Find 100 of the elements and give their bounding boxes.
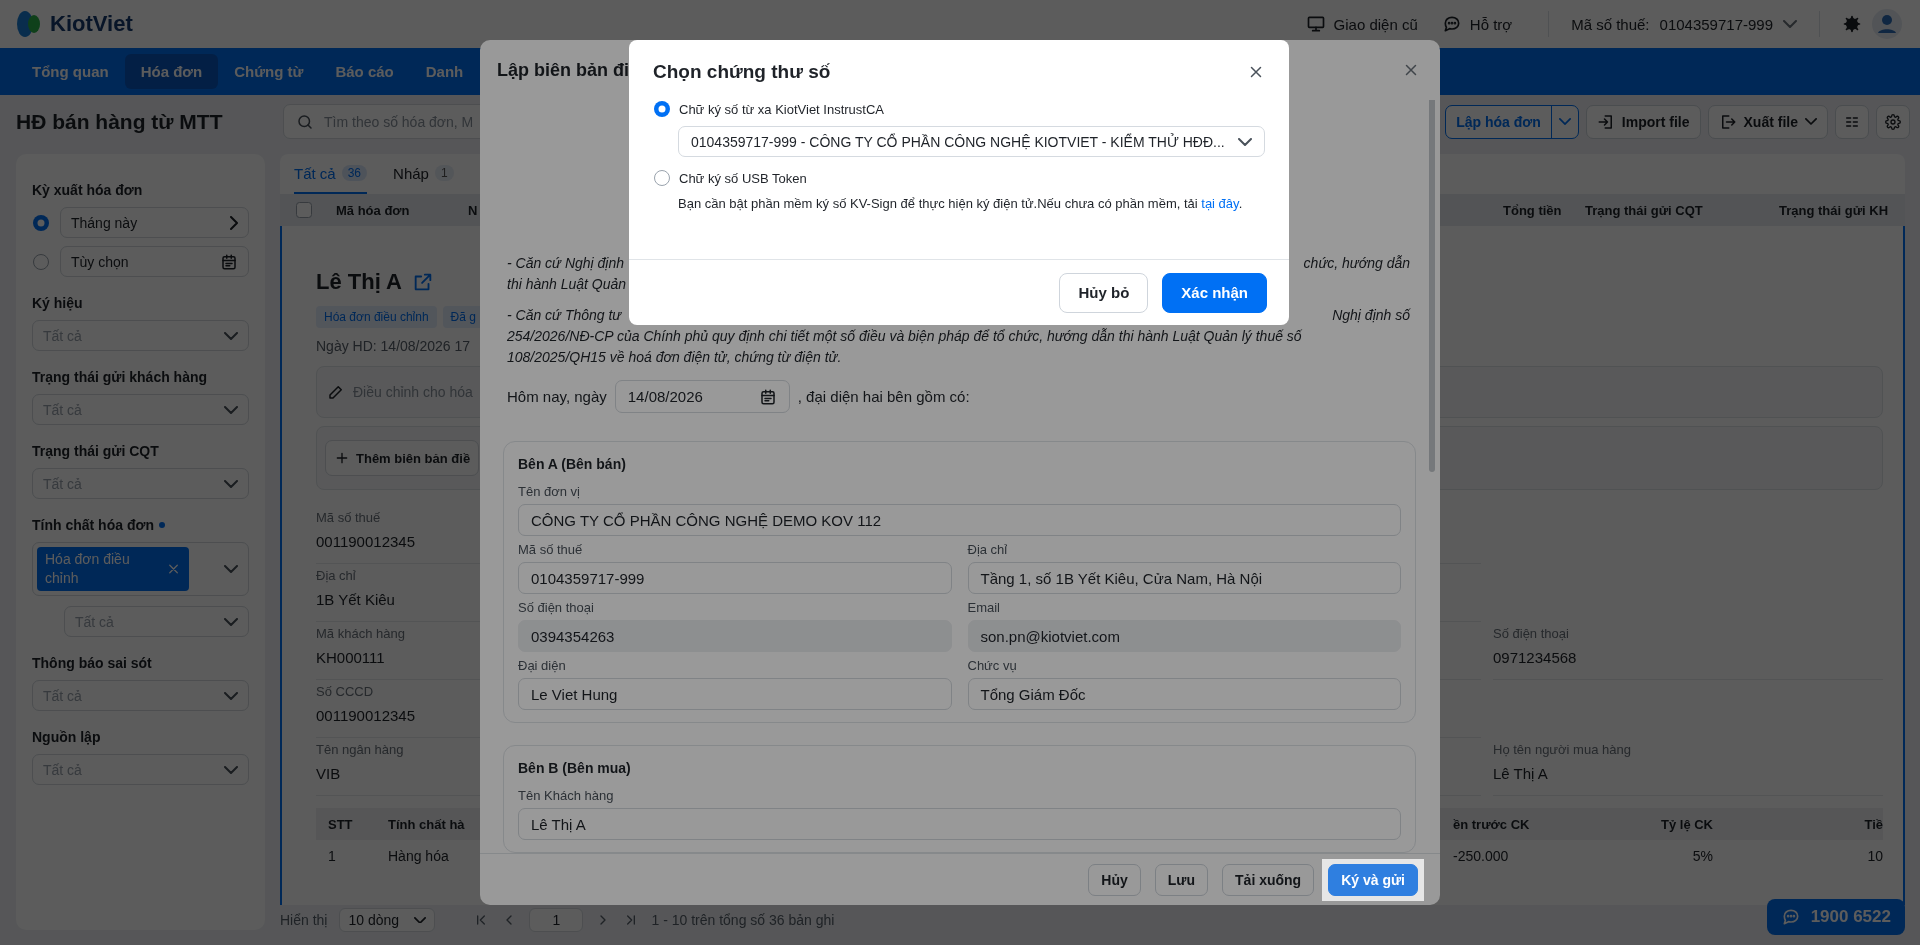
input-field[interactable]: Le Viet Hung <box>518 678 952 710</box>
radio-button[interactable] <box>653 100 671 118</box>
filter-title: Kỳ xuất hóa đơn <box>32 182 143 198</box>
help-text: Bạn cần bật phần mềm ký số KV-Sign để thực hiện ký điện tử.Nếu chưa có phần mềm, tải tại đây. <box>678 195 1244 213</box>
cancel-button[interactable]: Hủy bỏ <box>1059 272 1149 313</box>
field-label: Đại diện <box>518 658 567 673</box>
chevron-down-icon <box>224 617 238 626</box>
export-button[interactable]: Xuất file <box>1707 104 1828 139</box>
chevron-down-icon <box>224 479 238 488</box>
nav-tab[interactable]: Chứng từ <box>218 54 320 89</box>
tab[interactable]: Nháp 1 <box>393 154 454 194</box>
chevron-down-icon <box>224 405 238 414</box>
download-link[interactable]: tại đây <box>1201 196 1239 211</box>
column-header: Tính chất hà <box>388 816 465 832</box>
header-link[interactable]: Giao diện cũ <box>1333 15 1418 33</box>
footer-button[interactable]: Lưu <box>1154 863 1209 896</box>
filter-chip[interactable]: Hóa đơn điều chỉnh <box>37 547 189 591</box>
column-header: Tỷ lệ CK <box>1661 816 1713 832</box>
footer-button[interactable]: Tải xuống <box>1222 863 1315 896</box>
nav-tab[interactable]: Báo cáo <box>319 54 410 89</box>
input-field[interactable]: Tổng Giám Đốc <box>967 678 1401 710</box>
create-invoice-button[interactable]: Lập hóa đơn <box>1445 104 1579 139</box>
avatar-icon[interactable] <box>1872 9 1902 39</box>
status-tag: Hóa đơn điều chỉnh <box>316 306 437 328</box>
dialog-title: Chọn chứng thư số <box>653 61 831 83</box>
add-record-button[interactable]: Thêm biên bản điề <box>325 440 480 476</box>
confirm-button[interactable]: Xác nhận <box>1162 272 1267 313</box>
table-cell: 5% <box>1692 848 1713 864</box>
import-icon <box>1596 112 1615 131</box>
chevron-down-icon <box>224 565 238 573</box>
table-cell: -250.000 <box>1453 848 1509 864</box>
chevron-down-icon <box>1805 118 1817 125</box>
chevron-down-icon <box>224 691 238 700</box>
legal-text: 108/2025/QH15 về hoá đơn điện tử, chứng từ điện tử. <box>507 348 842 367</box>
certificate-select[interactable]: 0104359717-999 - CÔNG TY CỔ PHẦN CÔNG NGHỆ KIOTVIET - KIỂM THỬ HĐĐ... <box>678 126 1265 157</box>
chevron-down-icon <box>224 331 238 340</box>
calendar-icon <box>220 252 238 271</box>
scrollbar[interactable] <box>1429 100 1435 472</box>
legal-text: Nghị định số <box>1332 306 1410 325</box>
settings-icon <box>1885 113 1901 130</box>
chevron-down-icon <box>224 765 238 774</box>
column-header: Mã hóa đơn <box>336 202 411 218</box>
nav-tab[interactable]: Tổng quan <box>16 54 125 89</box>
field-value: 001190012345 <box>316 533 415 550</box>
page-size-select[interactable]: 10 dòng <box>339 908 436 932</box>
radio-button[interactable] <box>32 213 50 232</box>
search-icon <box>296 112 314 131</box>
footer-button[interactable]: Hủy <box>1088 863 1141 896</box>
period-field[interactable]: Tháng này <box>60 207 249 238</box>
column-header: ền trước CK <box>1453 816 1530 832</box>
chevron-right-icon <box>230 215 238 230</box>
legal-text: thi hành Luật Quản <box>507 275 627 294</box>
input-field: 0394354263 <box>518 620 952 652</box>
tax-code-selector[interactable]: 0104359717-999 <box>1659 15 1773 33</box>
chevron-down-icon <box>1238 137 1252 146</box>
filter-title: Thông báo sai sót <box>32 655 152 671</box>
page-title: HĐ bán hàng từ MTT <box>15 109 224 134</box>
sign-send-button[interactable]: Ký và gửi <box>1328 863 1418 896</box>
header-link[interactable]: Hỗ trợ <box>1469 15 1513 33</box>
field-label: Tên đơn vị <box>518 484 581 499</box>
input-field[interactable]: Lê Thị A <box>518 808 1401 840</box>
radio-button[interactable] <box>32 252 50 271</box>
radio-button[interactable] <box>653 169 671 187</box>
field-label: Địa chỉ <box>967 542 1009 557</box>
columns-button[interactable] <box>1835 104 1869 139</box>
column-header: N <box>468 202 478 218</box>
settings-button[interactable] <box>1876 104 1910 139</box>
checkbox[interactable] <box>296 202 312 218</box>
field-value: 0971234568 <box>1493 649 1577 666</box>
monitor-icon <box>1305 14 1326 34</box>
legal-text: 254/2026/NĐ-CP của Chính phủ quy định chi tiết một số điều và biện pháp để tổ chức, hướng dẫn thi hành Luật Quản lý thuế số <box>507 327 1302 346</box>
party-title: Bên A (Bên bán) <box>518 456 627 472</box>
calendar-icon <box>758 387 777 406</box>
input-field[interactable]: 0104359717-999 <box>518 562 952 594</box>
party-title: Bên B (Bên mua) <box>518 760 632 776</box>
filter-title: Nguồn lập <box>32 729 101 745</box>
import-button[interactable]: Import file <box>1585 104 1701 139</box>
field-label: Chức vụ <box>967 658 1018 673</box>
modal-title: Lập biên bản đi <box>497 59 629 81</box>
legal-text: - Căn cứ Thông tư <box>507 306 622 325</box>
page-input[interactable]: 1 <box>529 908 584 932</box>
period-field[interactable]: Tùy chọn <box>60 246 249 277</box>
multi-select[interactable]: Hóa đơn điều chỉnh <box>32 542 249 596</box>
chevron-down-icon <box>414 916 427 924</box>
field-value: KH000111 <box>316 649 385 666</box>
field-value: 001190012345 <box>316 707 415 724</box>
input-field[interactable]: CÔNG TY CỔ PHẦN CÔNG NGHỆ DEMO KOV 112 <box>518 504 1401 536</box>
table-cell: Hàng hóa <box>388 848 449 864</box>
table-cell: 10 <box>1867 848 1883 864</box>
field-label: Email <box>967 600 1001 615</box>
input-field[interactable]: Tầng 1, số 1B Yết Kiêu, Cửa Nam, Hà Nội <box>967 562 1401 594</box>
nav-tab[interactable]: Hóa đơn <box>124 54 219 89</box>
legal-text: chức, hướng dẫn <box>1303 254 1410 273</box>
filter-title: Ký hiệu <box>32 295 83 311</box>
column-header: Tổng tiền <box>1503 202 1563 218</box>
date-label: Hôm nay, ngày <box>507 388 607 405</box>
option-label: Chữ ký số USB Token <box>679 170 807 186</box>
nav-tab[interactable]: Danh <box>409 54 480 89</box>
hotline-button[interactable]: 1900 6522 <box>1766 899 1905 935</box>
date-field[interactable]: 14/08/2026 <box>614 380 790 413</box>
